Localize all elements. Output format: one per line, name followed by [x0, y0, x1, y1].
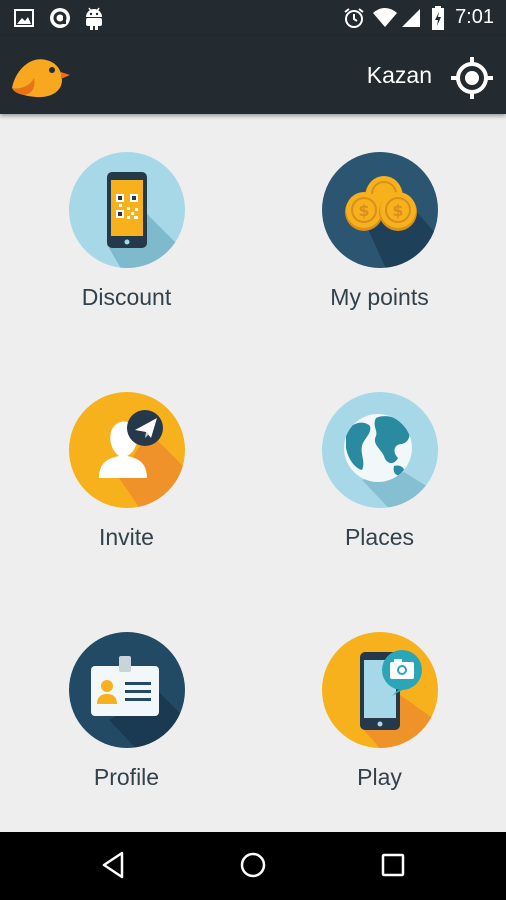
menu-label-discount: Discount [81, 284, 172, 310]
svg-text:$: $ [358, 201, 369, 220]
menu-item-profile[interactable]: Profile [0, 594, 253, 834]
app-icon [50, 8, 70, 28]
phone-camera-icon [322, 632, 438, 748]
status-bar: 7:01 [0, 0, 506, 36]
image-icon [14, 9, 34, 27]
person-send-icon [69, 392, 185, 508]
menu-item-my-points[interactable]: $ $ My points [253, 114, 506, 354]
app-bar: Kazan [0, 36, 506, 114]
menu-item-discount[interactable]: Discount [0, 114, 253, 354]
city-name[interactable]: Kazan [367, 62, 432, 89]
battery-icon [432, 6, 444, 30]
wifi-icon [373, 8, 397, 27]
recents-square-icon[interactable] [380, 852, 406, 878]
clock-time: 7:01 [455, 6, 494, 28]
menu-label-my-points: My points [330, 284, 429, 310]
id-card-icon [69, 632, 185, 748]
android-icon [86, 7, 102, 30]
svg-text:$: $ [392, 201, 403, 220]
navigation-bar [0, 832, 506, 900]
globe-icon [322, 392, 438, 508]
bird-logo-icon[interactable] [10, 50, 70, 100]
menu-label-play: Play [357, 764, 402, 790]
menu-label-places: Places [344, 524, 415, 550]
back-triangle-icon[interactable] [100, 850, 126, 880]
home-circle-icon[interactable] [239, 851, 267, 879]
coins-icon: $ $ [322, 152, 438, 268]
menu-item-play[interactable]: Play [253, 594, 506, 834]
menu-label-invite: Invite [99, 524, 154, 550]
menu-item-invite[interactable]: Invite [0, 354, 253, 594]
phone-qr-icon [69, 152, 185, 268]
crosshair-icon[interactable] [450, 56, 494, 100]
menu-label-profile: Profile [93, 764, 160, 790]
signal-icon [402, 9, 420, 27]
menu-grid: Discount $ $ My points Invite Places Pro… [0, 114, 506, 832]
alarm-icon [344, 8, 364, 28]
menu-item-places[interactable]: Places [253, 354, 506, 594]
